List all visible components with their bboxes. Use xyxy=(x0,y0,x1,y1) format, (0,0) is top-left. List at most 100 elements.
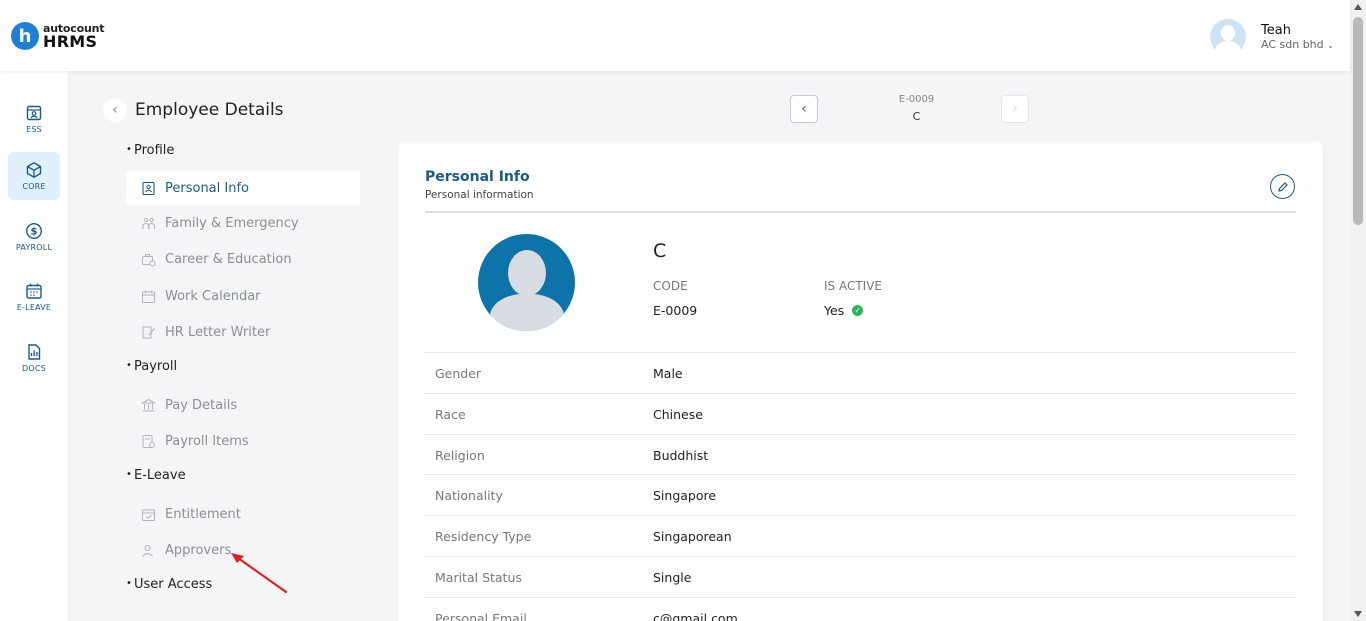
rail-item-docs[interactable]: DOCS xyxy=(8,334,60,382)
logo-mark: h xyxy=(11,22,39,50)
rail-label-core: CORE xyxy=(22,182,46,191)
employee-subnav: Profile Personal Info Family & Emergency… xyxy=(126,134,360,605)
personal-info-card: Personal Info Personal information C COD… xyxy=(398,142,1323,621)
is-active-text: Yes xyxy=(824,303,845,318)
scroll-up-arrow[interactable] xyxy=(1354,4,1362,10)
nav-pay-details[interactable]: Pay Details xyxy=(126,387,360,424)
row-value: Single xyxy=(653,569,692,585)
nav-label: Payroll Items xyxy=(165,434,249,450)
user-check-icon xyxy=(142,545,153,558)
docs-icon xyxy=(28,344,41,360)
nav-label: Family & Emergency xyxy=(165,215,299,231)
rail-item-ess[interactable]: ESS xyxy=(8,95,60,143)
chevron-left-icon: ‹ xyxy=(112,102,118,118)
table-row: Nationality Singapore xyxy=(425,474,1296,515)
letter-edit-icon xyxy=(142,326,155,339)
row-label: Race xyxy=(435,406,466,422)
row-label: Gender xyxy=(435,366,482,381)
user-avatar xyxy=(1210,19,1246,55)
nav-payroll-items[interactable]: Payroll Items xyxy=(126,424,360,461)
group-user-access: User Access xyxy=(126,568,360,605)
rail-item-core[interactable]: CORE xyxy=(8,152,60,200)
rail-item-payroll[interactable]: $ PAYROLL xyxy=(8,213,60,261)
bank-icon xyxy=(141,398,156,412)
scroll-down-arrow[interactable] xyxy=(1354,611,1362,617)
calendar-check-icon xyxy=(142,509,155,521)
rail-label-ess: ESS xyxy=(26,125,42,134)
group-payroll: Payroll xyxy=(126,350,360,387)
is-active-value: Yes ✓ xyxy=(824,303,864,318)
table-row: Personal Email c@gmail.com xyxy=(425,596,1296,621)
next-employee-button[interactable]: › xyxy=(1001,95,1029,123)
nav-work-calendar[interactable]: Work Calendar xyxy=(126,278,360,315)
table-row: Marital Status Single xyxy=(425,555,1296,597)
table-row: Race Chinese xyxy=(425,392,1296,434)
card-title: Personal Info xyxy=(425,169,530,185)
payroll-icon: $ xyxy=(25,222,43,240)
nav-approvers[interactable]: Approvers xyxy=(126,533,360,570)
rail-label-eleave: E-LEAVE xyxy=(16,303,52,312)
nav-label: Pay Details xyxy=(165,397,238,413)
rail-label-payroll: PAYROLL xyxy=(15,243,53,252)
chevron-right-icon: › xyxy=(1012,101,1018,117)
row-label: Marital Status xyxy=(435,569,522,585)
group-eleave: E-Leave xyxy=(126,459,360,496)
table-row: Religion Buddhist xyxy=(425,433,1296,475)
ess-icon xyxy=(26,105,42,121)
id-card-icon xyxy=(142,181,155,195)
module-rail: ESS CORE $ PAYROLL E-LEAVE DOCS xyxy=(0,71,69,621)
briefcase-icon xyxy=(142,254,156,267)
page-scrollbar[interactable] xyxy=(1350,0,1366,621)
nav-label: Work Calendar xyxy=(165,288,261,304)
nav-personal-info[interactable]: Personal Info xyxy=(126,171,360,205)
row-value: Singapore xyxy=(653,488,717,504)
employee-nav-name: C xyxy=(912,110,921,123)
row-label: Residency Type xyxy=(435,529,532,545)
code-label: CODE xyxy=(653,279,688,293)
core-icon xyxy=(26,161,42,179)
nav-family-emergency[interactable]: Family & Emergency xyxy=(126,205,360,242)
svg-text:$: $ xyxy=(31,227,38,238)
nav-entitlement[interactable]: Entitlement xyxy=(126,496,360,533)
card-subtitle: Personal information xyxy=(425,189,534,201)
nav-hr-letter-writer[interactable]: HR Letter Writer xyxy=(126,315,360,352)
chevron-down-icon: ⌄ xyxy=(1327,41,1334,50)
user-company: AC sdn bhd xyxy=(1261,38,1324,51)
personal-info-table: Gender Male Race Chinese Religion Buddhist … xyxy=(425,352,1296,621)
chevron-left-icon: ‹ xyxy=(801,101,807,117)
row-value: Singaporean xyxy=(653,529,732,545)
scroll-thumb[interactable] xyxy=(1353,17,1363,225)
rail-label-docs: DOCS xyxy=(22,364,46,373)
pencil-icon xyxy=(1277,181,1288,192)
employee-navigator: ‹ E-0009 C › xyxy=(790,93,1030,127)
back-button[interactable]: ‹ xyxy=(103,98,127,122)
nav-label: Personal Info xyxy=(165,180,249,196)
user-name: Teah xyxy=(1261,23,1291,38)
row-label: Personal Email xyxy=(435,610,527,621)
row-label: Nationality xyxy=(435,488,503,504)
group-profile: Profile xyxy=(126,134,360,171)
table-row: Gender Male xyxy=(425,352,1296,393)
nav-label: Approvers xyxy=(165,543,232,559)
employee-avatar xyxy=(478,234,575,331)
is-active-label: IS ACTIVE xyxy=(824,279,883,293)
app-logo[interactable]: h autocount HRMS xyxy=(11,22,104,50)
row-value: c@gmail.com xyxy=(653,610,738,621)
employee-name: C xyxy=(653,240,667,262)
page-title: Employee Details xyxy=(135,100,284,120)
logo-hrms-text: HRMS xyxy=(43,31,98,51)
top-bar: h autocount HRMS Teah AC sdn bhd ⌄ xyxy=(0,0,1350,71)
user-menu[interactable]: Teah AC sdn bhd ⌄ xyxy=(1210,19,1334,55)
table-row: Residency Type Singaporean xyxy=(425,515,1296,556)
rail-item-eleave[interactable]: E-LEAVE xyxy=(8,273,60,321)
family-icon xyxy=(142,217,155,229)
calendar-icon xyxy=(142,290,155,303)
page-header: ‹ Employee Details xyxy=(103,98,284,122)
previous-employee-button[interactable]: ‹ xyxy=(790,95,818,123)
nav-label: Career & Education xyxy=(165,252,292,268)
row-label: Religion xyxy=(435,447,485,463)
edit-button[interactable] xyxy=(1270,174,1295,199)
check-circle-icon: ✓ xyxy=(852,305,864,316)
calendar-icon xyxy=(26,283,42,299)
nav-career-education[interactable]: Career & Education xyxy=(126,242,360,279)
